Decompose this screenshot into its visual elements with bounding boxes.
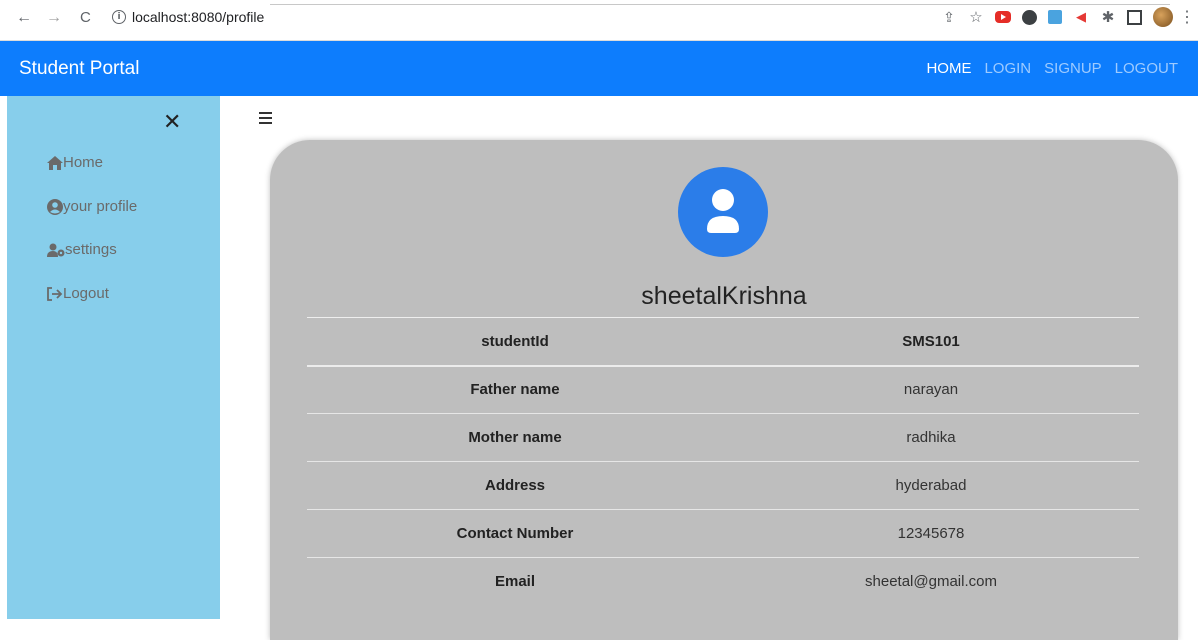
address-bar[interactable]: i localhost:8080/profile	[112, 9, 264, 25]
browser-toolbar: ← → C i localhost:8080/profile ⇪ ☆ ◀ ✱ ⋮	[0, 0, 1198, 41]
table-row: Mother name radhika	[307, 413, 1139, 462]
sidebar-item-home[interactable]: Home	[47, 154, 103, 171]
sidebar-item-logout[interactable]: Logout	[47, 285, 109, 302]
browser-menu-icon[interactable]: ⋮	[1179, 9, 1195, 26]
extension-drive-icon[interactable]	[1048, 10, 1062, 24]
field-value: SMS101	[723, 317, 1139, 367]
field-label: Address	[307, 461, 723, 510]
field-label: Contact Number	[307, 509, 723, 558]
extension-bar: ⇪ ☆ ◀ ✱ ⋮	[941, 7, 1195, 27]
hamburger-line	[259, 112, 272, 114]
sign-out-icon	[47, 286, 63, 301]
back-icon[interactable]: ←	[16, 9, 32, 27]
nav-link-login[interactable]: LOGIN	[984, 60, 1031, 77]
megaphone-extension-icon[interactable]: ◀	[1073, 9, 1089, 25]
sidebar-close-icon[interactable]: ✕	[163, 110, 181, 135]
extensions-puzzle-icon[interactable]: ✱	[1100, 9, 1116, 26]
sidebar-item-label: settings	[65, 241, 117, 258]
profile-name: sheetalKrishna	[641, 282, 807, 310]
field-value: sheetal@gmail.com	[723, 557, 1139, 606]
nav-link-home[interactable]: HOME	[926, 60, 971, 77]
home-icon	[47, 155, 63, 170]
sidebar-item-label: your profile	[63, 198, 138, 215]
field-label: Mother name	[307, 413, 723, 462]
extension-circle-icon[interactable]	[1022, 9, 1037, 25]
table-row: Father name narayan	[307, 365, 1139, 414]
table-row: Address hyderabad	[307, 461, 1139, 510]
top-navbar: Student Portal HOME LOGIN SIGNUP LOGOUT	[0, 41, 1198, 96]
field-value: hyderabad	[723, 461, 1139, 510]
profile-avatar	[678, 167, 768, 257]
hamburger-menu-icon[interactable]	[259, 112, 272, 124]
sidebar-item-label: Home	[63, 154, 104, 171]
reload-icon[interactable]: C	[80, 9, 91, 26]
profile-card: sheetalKrishna studentId SMS101 Father n…	[270, 140, 1178, 640]
table-row: Email sheetal@gmail.com	[307, 557, 1139, 606]
hamburger-line	[259, 122, 272, 124]
field-label: Father name	[307, 365, 723, 414]
field-label: Email	[307, 557, 723, 606]
user-cog-icon	[47, 243, 65, 257]
field-value: narayan	[723, 365, 1139, 414]
nav-link-logout[interactable]: LOGOUT	[1115, 60, 1178, 77]
table-row: Contact Number 12345678	[307, 509, 1139, 558]
field-label: studentId	[307, 317, 723, 367]
url-text[interactable]: localhost:8080/profile	[132, 9, 264, 25]
sidebar-item-settings[interactable]: settings	[47, 241, 117, 258]
user-circle-icon	[47, 198, 63, 215]
profile-info-table: studentId SMS101 Father name narayan Mot…	[307, 317, 1139, 606]
side-panel-icon[interactable]	[1127, 9, 1142, 25]
table-row: studentId SMS101	[307, 317, 1139, 367]
brand-title[interactable]: Student Portal	[19, 58, 139, 80]
forward-icon[interactable]: →	[46, 9, 62, 27]
field-value: radhika	[723, 413, 1139, 462]
bookmark-star-icon[interactable]: ☆	[968, 9, 984, 26]
user-avatar-icon	[707, 189, 739, 233]
browser-profile-avatar-icon[interactable]	[1153, 7, 1173, 27]
youtube-extension-icon[interactable]	[995, 11, 1011, 23]
info-icon[interactable]: i	[112, 10, 126, 24]
field-value: 12345678	[723, 509, 1139, 558]
sidebar-item-profile[interactable]: your profile	[47, 198, 137, 215]
hamburger-line	[259, 117, 272, 119]
sidebar-item-label: Logout	[63, 285, 109, 302]
nav-links: HOME LOGIN SIGNUP LOGOUT	[926, 60, 1178, 77]
share-icon[interactable]: ⇪	[941, 9, 957, 25]
sidebar: ✕ Home your profile settings Logout	[7, 96, 220, 619]
window-edge-line	[270, 4, 1170, 5]
nav-link-signup[interactable]: SIGNUP	[1044, 60, 1102, 77]
